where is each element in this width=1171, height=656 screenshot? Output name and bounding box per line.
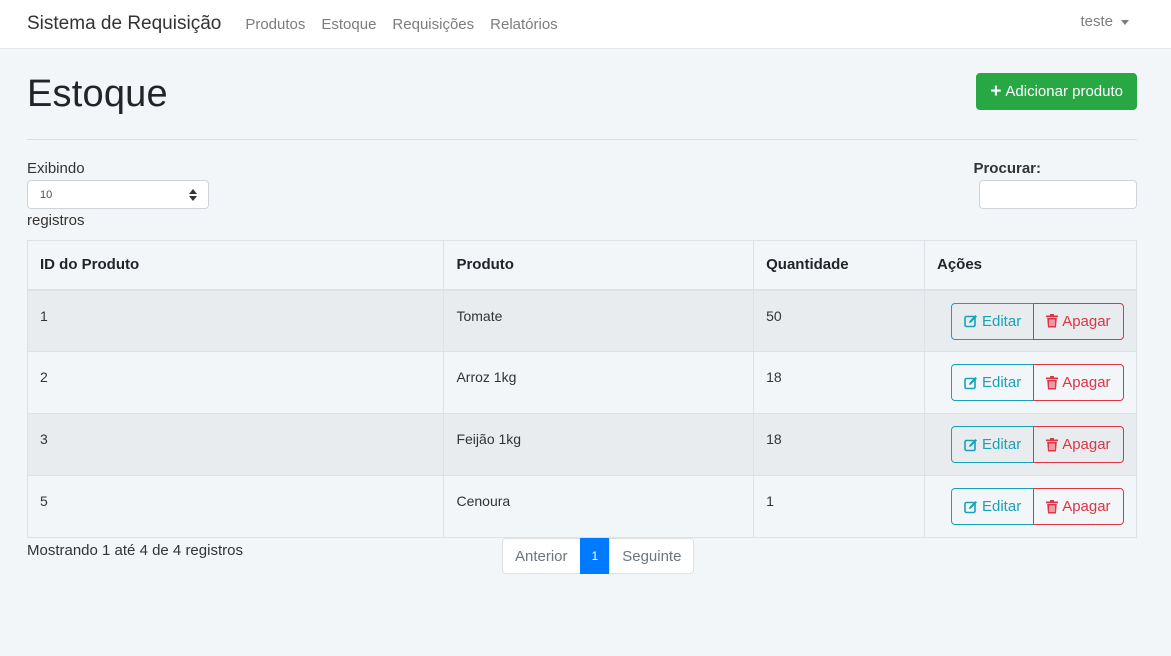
- header-product-id[interactable]: ID do Produto: [26, 240, 445, 291]
- delete-button[interactable]: Apagar: [1033, 426, 1124, 463]
- cell-product: Arroz 1kg: [443, 351, 755, 414]
- cell-product: Cenoura: [443, 475, 755, 538]
- table-row: 1 Tomate 50 Editar Apagar: [26, 289, 1137, 352]
- main-content: Estoque + Adicionar produto Exibindo 10 …: [26, 49, 1137, 574]
- cell-quantity: 18: [753, 351, 925, 414]
- cell-product-id: 3: [26, 413, 445, 476]
- edit-button[interactable]: Editar: [951, 426, 1035, 463]
- delete-button[interactable]: Apagar: [1033, 364, 1124, 401]
- plus-icon: +: [990, 81, 1002, 102]
- cell-quantity: 50: [753, 289, 925, 352]
- nav-link-produtos[interactable]: Produtos: [245, 16, 305, 33]
- next-page-button[interactable]: Seguinte: [609, 538, 695, 574]
- cell-quantity: 1: [753, 475, 925, 538]
- header-quantity[interactable]: Quantidade: [753, 240, 925, 291]
- action-buttons: Editar Apagar: [951, 488, 1136, 525]
- edit-icon: [964, 438, 978, 452]
- cell-product-id: 5: [26, 475, 445, 538]
- edit-label: Editar: [982, 498, 1022, 515]
- cell-actions: Editar Apagar: [924, 289, 1137, 352]
- header-actions: Ações: [924, 240, 1137, 291]
- edit-button[interactable]: Editar: [951, 302, 1035, 340]
- edit-label: Editar: [982, 312, 1022, 330]
- cell-quantity: 18: [753, 413, 925, 476]
- edit-icon: [964, 314, 978, 328]
- action-buttons: Editar Apagar: [951, 364, 1136, 401]
- trash-icon: [1046, 499, 1059, 514]
- add-product-label: Adicionar produto: [1005, 83, 1123, 100]
- cell-actions: Editar Apagar: [924, 351, 1137, 414]
- edit-label: Editar: [982, 374, 1022, 391]
- select-arrows-icon: [189, 189, 197, 201]
- cell-actions: Editar Apagar: [924, 475, 1137, 538]
- action-buttons: Editar Apagar: [951, 302, 1136, 340]
- cell-product: Tomate: [443, 289, 755, 352]
- delete-label: Apagar: [1062, 312, 1111, 330]
- page-title: Estoque: [27, 73, 168, 115]
- nav-link-relatorios[interactable]: Relatórios: [490, 16, 558, 33]
- cell-product-id: 2: [26, 351, 445, 414]
- pagination: Anterior 1 Seguinte: [502, 538, 695, 574]
- table-row: 3 Feijão 1kg 18 Editar Apagar: [26, 413, 1137, 476]
- edit-icon: [964, 500, 978, 514]
- search-input[interactable]: [979, 180, 1137, 209]
- trash-icon: [1046, 375, 1059, 390]
- edit-label: Editar: [982, 436, 1022, 453]
- page-length-select[interactable]: 10: [27, 180, 209, 209]
- table-info: Mostrando 1 até 4 de 4 registros: [27, 542, 243, 559]
- table-controls: Exibindo 10 registros Procurar:: [27, 140, 1137, 240]
- page-1-button[interactable]: 1: [579, 538, 611, 574]
- add-product-button[interactable]: + Adicionar produto: [976, 73, 1137, 110]
- edit-button[interactable]: Editar: [951, 488, 1035, 525]
- cell-product: Feijão 1kg: [443, 413, 755, 476]
- nav-link-estoque[interactable]: Estoque: [321, 16, 376, 33]
- length-suffix: registros: [27, 212, 85, 229]
- user-name: teste: [1080, 13, 1113, 30]
- edit-icon: [964, 376, 978, 390]
- top-navbar: Sistema de Requisição Produtos Estoque R…: [0, 0, 1171, 49]
- delete-button[interactable]: Apagar: [1033, 302, 1124, 340]
- action-buttons: Editar Apagar: [951, 426, 1136, 463]
- header-product[interactable]: Produto: [443, 240, 755, 291]
- delete-label: Apagar: [1062, 498, 1111, 515]
- cell-actions: Editar Apagar: [924, 413, 1137, 476]
- trash-icon: [1046, 437, 1059, 452]
- page-header: Estoque + Adicionar produto: [27, 49, 1137, 140]
- table-header-row: ID do Produto Produto Quantidade Ações: [26, 240, 1137, 291]
- table-row: 2 Arroz 1kg 18 Editar Apagar: [26, 351, 1137, 414]
- previous-page-button[interactable]: Anterior: [502, 538, 581, 574]
- stock-table: ID do Produto Produto Quantidade Ações 1…: [26, 240, 1137, 538]
- nav-link-requisicoes[interactable]: Requisições: [392, 16, 474, 33]
- edit-button[interactable]: Editar: [951, 364, 1035, 401]
- brand-link[interactable]: Sistema de Requisição: [27, 13, 221, 35]
- page-length-value: 10: [40, 188, 53, 201]
- user-dropdown[interactable]: teste: [1080, 13, 1129, 30]
- length-label: Exibindo: [27, 160, 85, 177]
- search-label: Procurar:: [973, 160, 1041, 177]
- delete-label: Apagar: [1062, 436, 1111, 453]
- table-row: 5 Cenoura 1 Editar Apagar: [26, 475, 1137, 538]
- delete-label: Apagar: [1062, 374, 1111, 391]
- delete-button[interactable]: Apagar: [1033, 488, 1124, 525]
- cell-product-id: 1: [26, 289, 445, 352]
- trash-icon: [1046, 314, 1059, 328]
- caret-down-icon: [1121, 19, 1129, 25]
